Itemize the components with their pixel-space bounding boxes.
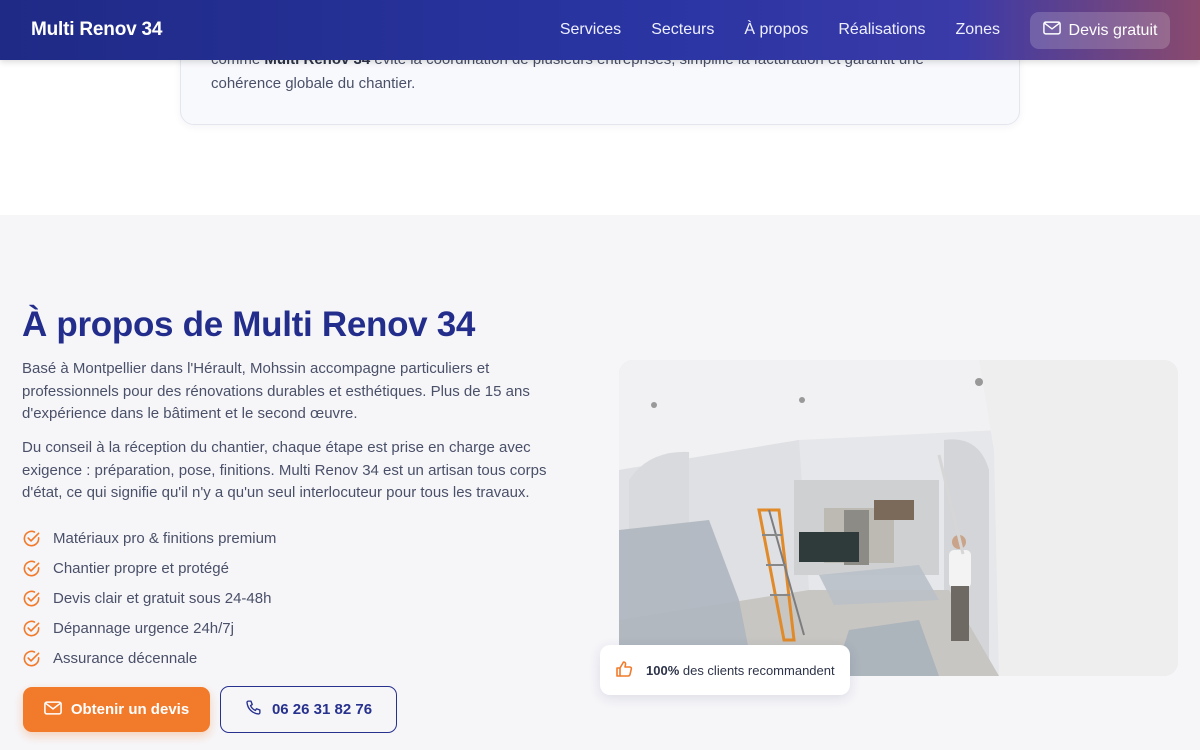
info-card-line-2: cohérence globale du chantier. [211, 75, 416, 92]
checklist-item: Dépannage urgence 24h/7j [22, 613, 276, 643]
checklist-item: Assurance décennale [22, 643, 276, 673]
badge-text: 100% des clients recommandent [646, 662, 835, 678]
recommend-badge: 100% des clients recommandent [600, 645, 850, 695]
navbar: Multi Renov 34 Services Secteurs À propo… [0, 0, 1200, 60]
nav-links: Services Secteurs À propos Réalisations … [560, 0, 1000, 60]
renovation-photo [619, 360, 1178, 676]
check-circle-icon [22, 529, 41, 548]
about-title: À propos de Multi Renov 34 [22, 305, 476, 344]
check-circle-icon [22, 559, 41, 578]
get-quote-label: Obtenir un devis [70, 701, 190, 718]
mail-icon [43, 700, 62, 719]
devis-gratuit-label: Devis gratuit [1068, 21, 1158, 39]
brand-logo[interactable]: Multi Renov 34 [31, 19, 162, 41]
nav-link-zones[interactable]: Zones [956, 21, 1000, 39]
phone-button[interactable]: 06 26 31 82 76 [220, 686, 397, 733]
phone-number: 06 26 31 82 76 [271, 701, 373, 718]
features-checklist: Matériaux pro & finitions premium Chanti… [22, 523, 276, 673]
checklist-item: Devis clair et gratuit sous 24-48h [22, 583, 276, 613]
about-paragraph-2: Du conseil à la réception du chantier, c… [22, 439, 547, 501]
devis-gratuit-button[interactable]: Devis gratuit [1030, 12, 1170, 49]
phone-icon [245, 699, 262, 720]
nav-link-a-propos[interactable]: À propos [744, 21, 808, 39]
about-paragraph-1: Basé à Montpellier dans l'Hérault, Mohss… [22, 360, 530, 422]
about-section: À propos de Multi Renov 34 Basé à Montpe… [0, 215, 1200, 750]
check-circle-icon [22, 589, 41, 608]
checklist-item: Chantier propre et protégé [22, 553, 276, 583]
nav-link-services[interactable]: Services [560, 21, 621, 39]
thumbs-up-icon [614, 659, 634, 682]
nav-link-realisations[interactable]: Réalisations [838, 21, 925, 39]
get-quote-button[interactable]: Obtenir un devis [23, 687, 210, 732]
check-circle-icon [22, 619, 41, 638]
check-circle-icon [22, 649, 41, 668]
mail-icon [1042, 21, 1061, 40]
checklist-item: Matériaux pro & finitions premium [22, 523, 276, 553]
nav-link-secteurs[interactable]: Secteurs [651, 21, 714, 39]
